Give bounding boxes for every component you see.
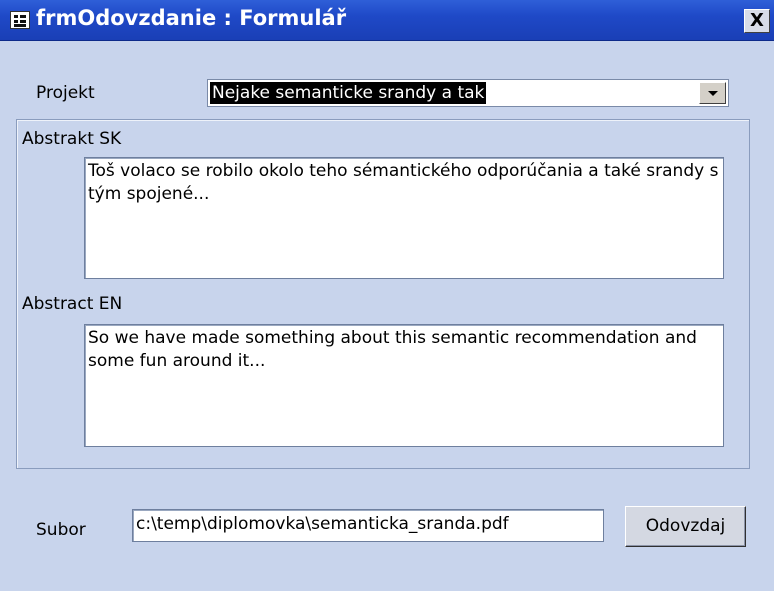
abstract-en-label: Abstract EN <box>22 294 123 314</box>
subor-field[interactable]: c:\temp\diplomovka\semanticka_sranda.pdf <box>132 509 604 542</box>
abstract-en-textarea[interactable]: So we have made something about this sem… <box>84 324 724 447</box>
title-bar[interactable]: frmOdovzdanie : Formulář X <box>0 0 774 41</box>
form-window: frmOdovzdanie : Formulář X Projekt Nejak… <box>0 0 774 591</box>
abstract-sk-label: Abstrakt SK <box>22 129 122 149</box>
projekt-selected-value: Nejake semanticke srandy a tak <box>210 82 487 104</box>
projekt-combobox[interactable]: Nejake semanticke srandy a tak <box>207 79 729 107</box>
projekt-label: Projekt <box>36 83 95 103</box>
window-title: frmOdovzdanie : Formulář <box>36 6 347 30</box>
close-button[interactable]: X <box>744 9 770 33</box>
chevron-down-icon <box>708 91 718 96</box>
subor-label: Subor <box>36 520 86 540</box>
dropdown-arrow-button[interactable] <box>699 82 726 104</box>
odovzdaj-button[interactable]: Odovzdaj <box>625 506 746 547</box>
abstract-sk-textarea[interactable]: Toš volaco se robilo okolo teho sémantic… <box>84 157 724 279</box>
form-icon <box>10 11 30 29</box>
